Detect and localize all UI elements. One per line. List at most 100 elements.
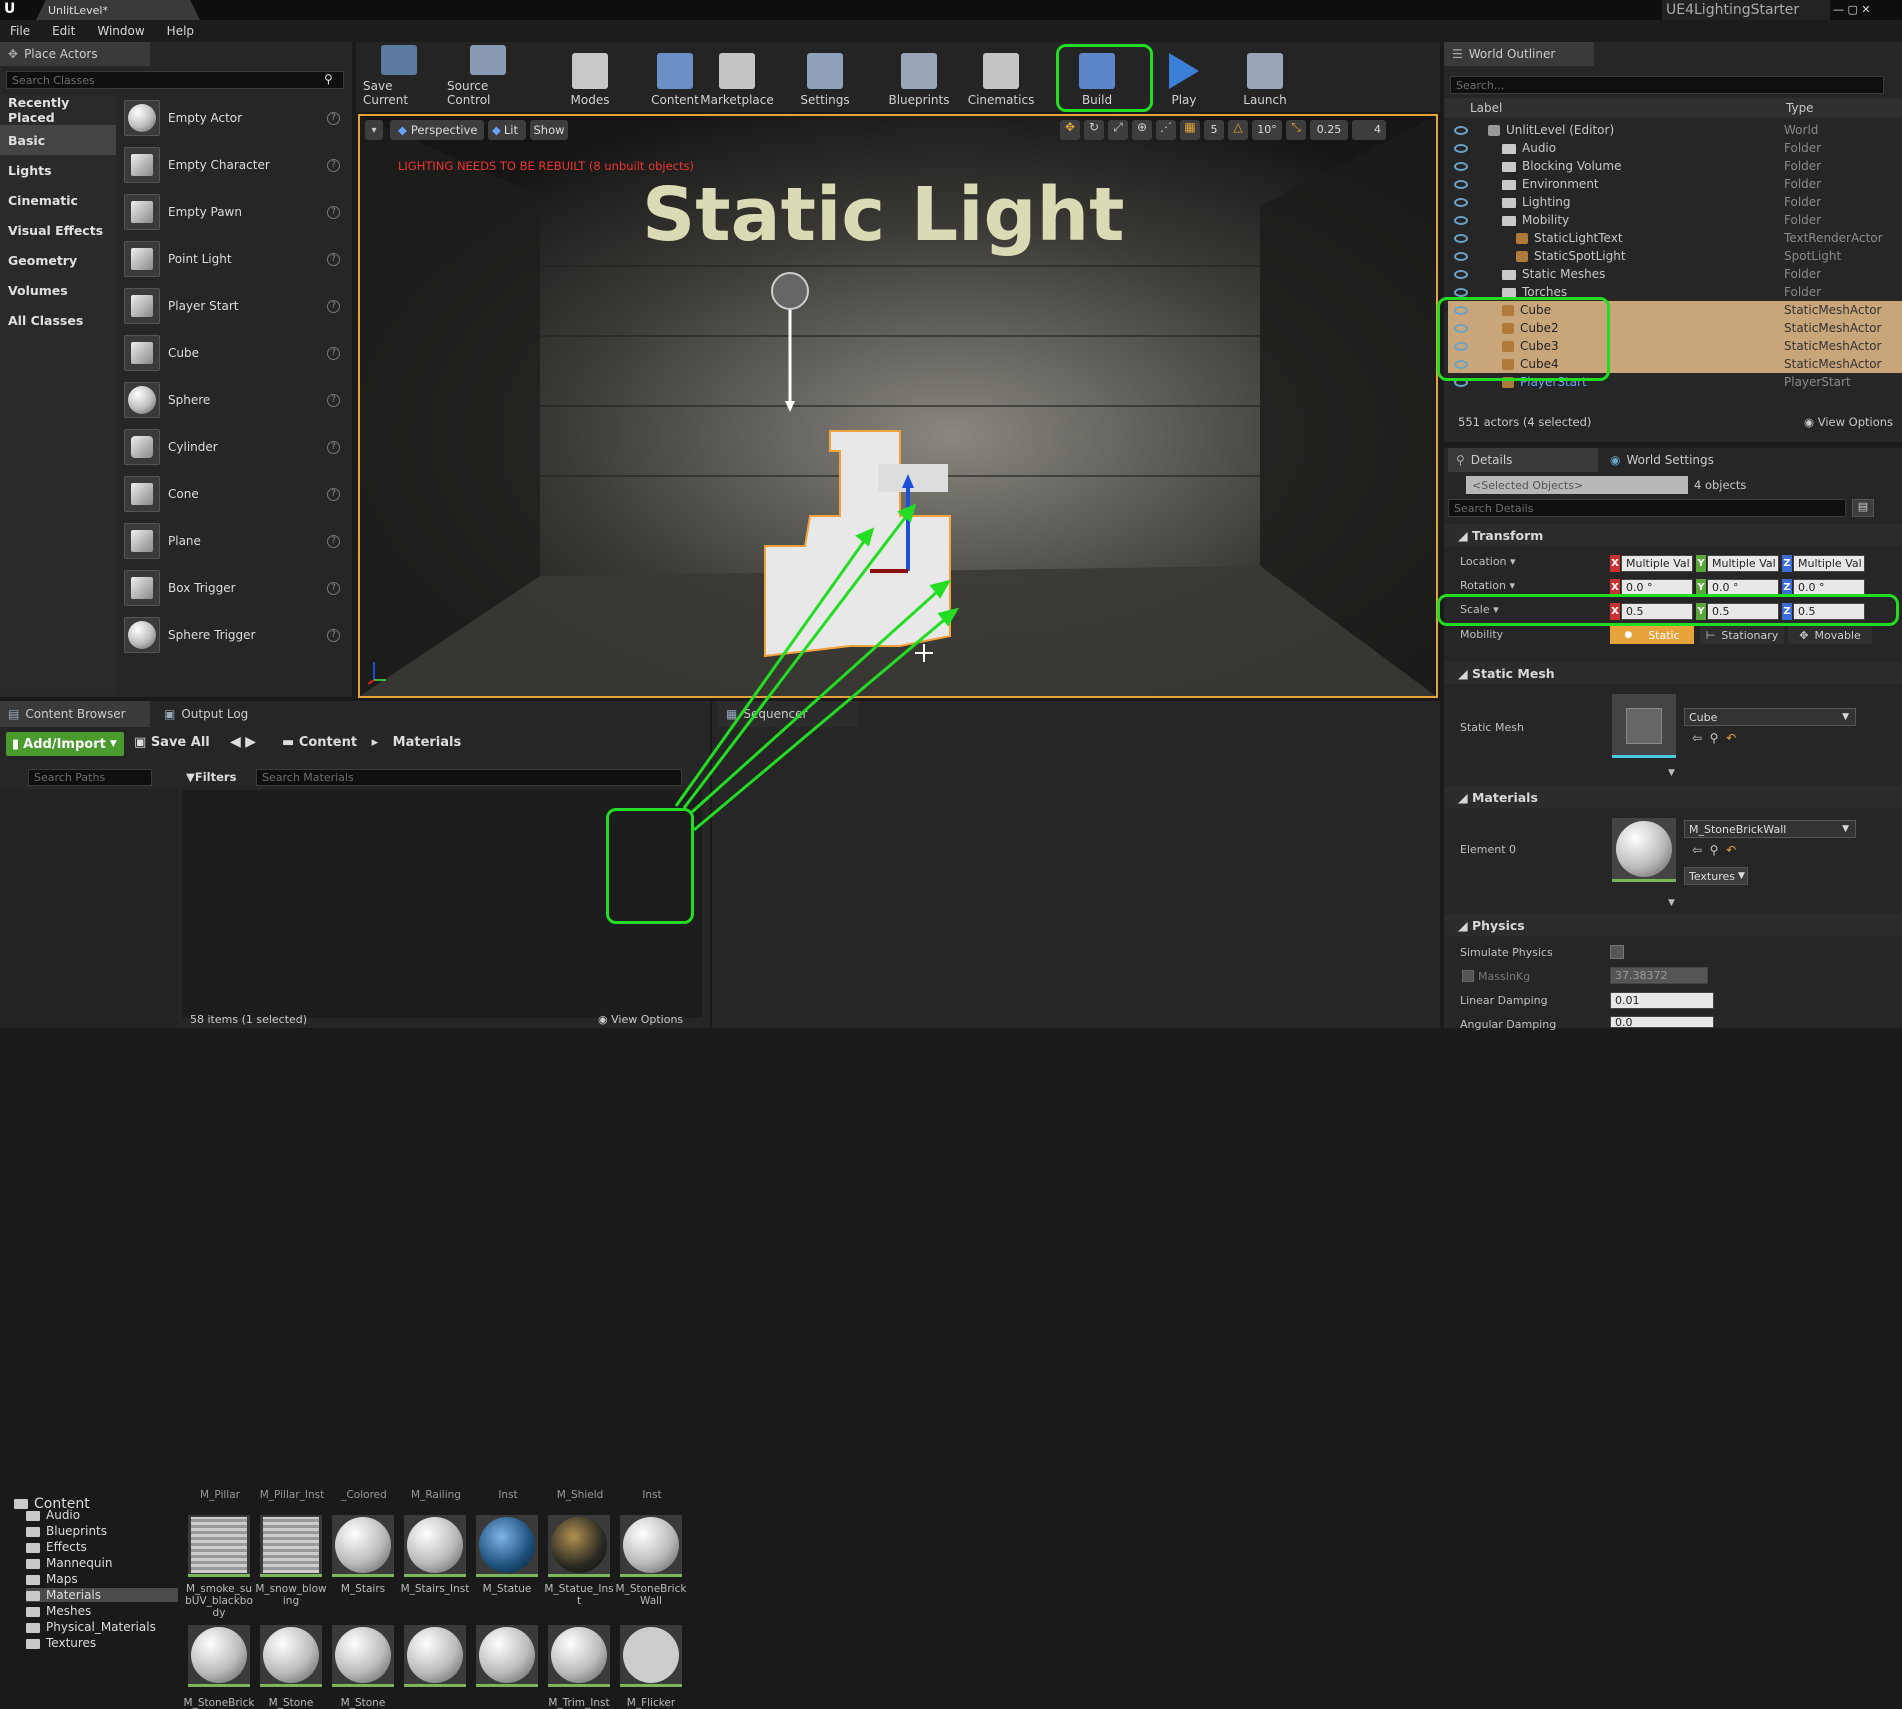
outliner-row[interactable]: Static Meshes Folder [1448, 265, 1902, 283]
actor-item-cone[interactable]: Cone? [124, 472, 346, 516]
window-controls[interactable]: — ▢ ✕ [1833, 3, 1871, 16]
category-recently-placed[interactable]: Recently Placed [0, 95, 116, 125]
folder-tree-item[interactable]: Mannequin [26, 1556, 112, 1570]
search-details-input[interactable]: Search Details [1448, 499, 1846, 517]
mobility-static-button[interactable]: ● Static [1610, 626, 1694, 644]
modes-button[interactable]: Modes [566, 45, 614, 107]
materials-section[interactable]: ◢ Materials [1444, 786, 1902, 808]
category-visual-effects[interactable]: Visual Effects [0, 215, 116, 245]
physics-section[interactable]: ◢ Physics [1444, 914, 1902, 936]
eye-icon[interactable] [1454, 179, 1468, 189]
scale-snap-icon[interactable]: ⤡ [1286, 120, 1306, 140]
help-icon[interactable]: ? [327, 205, 340, 219]
category-basic[interactable]: Basic [0, 125, 116, 155]
perspective-button[interactable]: ◆ Perspective [390, 120, 484, 140]
asset-thumbnail[interactable] [404, 1515, 466, 1577]
asset-thumbnail[interactable] [548, 1625, 610, 1687]
linear-damping-field[interactable]: 0.01 [1610, 992, 1714, 1009]
eye-icon[interactable] [1454, 161, 1468, 171]
eye-icon[interactable] [1454, 269, 1468, 279]
help-icon[interactable]: ? [327, 393, 340, 407]
textures-dropdown[interactable]: Textures ▼ [1684, 867, 1748, 885]
asset-thumbnail[interactable] [260, 1515, 322, 1577]
marketplace-button[interactable]: Marketplace [700, 45, 774, 107]
content-button[interactable]: Content [648, 45, 702, 107]
folder-tree-item[interactable]: Textures [26, 1636, 96, 1650]
grid-snap-value[interactable]: 5 [1204, 120, 1224, 140]
outliner-row[interactable]: UnlitLevel (Editor) World [1448, 121, 1902, 139]
actor-item-cylinder[interactable]: Cylinder? [124, 425, 346, 469]
search-materials-input[interactable]: Search Materials [256, 769, 682, 786]
actor-item-empty-actor[interactable]: Empty Actor? [124, 96, 346, 140]
filters-button[interactable]: ▼ Filters [186, 768, 246, 786]
asset-thumbnail[interactable] [188, 1625, 250, 1687]
expand-arrow-icon[interactable]: ▼ [1668, 898, 1675, 908]
asset-thumbnail[interactable] [188, 1515, 250, 1577]
asset-thumbnail[interactable] [620, 1625, 682, 1687]
folder-tree-item[interactable]: Meshes [26, 1604, 91, 1618]
content-browser-tab[interactable]: ▤ Content Browser [0, 701, 150, 727]
material-asset-actions[interactable]: ⇦ ⚲ ↶ [1692, 843, 1736, 857]
eye-icon[interactable] [1454, 287, 1468, 297]
place-actors-tab[interactable]: ✥ Place Actors [0, 42, 150, 66]
category-lights[interactable]: Lights [0, 155, 116, 185]
launch-button[interactable]: Launch [1238, 45, 1292, 107]
static-mesh-section[interactable]: ◢ Static Mesh [1444, 662, 1902, 684]
rotation-label[interactable]: Rotation ▾ [1460, 579, 1515, 592]
rotate-mode-icon[interactable]: ↻ [1084, 120, 1104, 140]
outliner-row[interactable]: StaticSpotLight SpotLight [1448, 247, 1902, 265]
actor-item-empty-pawn[interactable]: Empty Pawn? [124, 190, 346, 234]
level-tab[interactable]: UnlitLevel* [36, 0, 200, 20]
output-log-tab[interactable]: ▣ Output Log [156, 701, 286, 727]
camera-speed-value[interactable]: 4 [1352, 120, 1386, 140]
label-column-header[interactable]: Label [1470, 101, 1502, 115]
content-view-options[interactable]: ◉ View Options [598, 1013, 683, 1026]
lit-button[interactable]: ◆ Lit [488, 120, 526, 140]
simulate-physics-checkbox[interactable] [1610, 945, 1624, 959]
breadcrumb-content[interactable]: Content [299, 735, 357, 750]
eye-icon[interactable] [1454, 197, 1468, 207]
eye-icon[interactable] [1454, 251, 1468, 261]
history-nav-buttons[interactable]: ◀ ▶ [230, 734, 256, 750]
folder-tree-item[interactable]: Audio [26, 1508, 80, 1522]
eye-icon[interactable] [1454, 125, 1468, 135]
menu-window[interactable]: Window [97, 24, 144, 38]
help-icon[interactable]: ? [327, 487, 340, 501]
help-icon[interactable]: ? [327, 299, 340, 313]
category-geometry[interactable]: Geometry [0, 245, 116, 275]
actor-item-box-trigger[interactable]: Box Trigger? [124, 566, 346, 610]
add-import-button[interactable]: ▮ Add/Import ▼ [6, 732, 124, 756]
sequencer-tab[interactable]: ▦ Sequencer [718, 701, 858, 727]
asset-thumbnail[interactable] [332, 1625, 394, 1687]
property-matrix-icon[interactable]: ▤ [1852, 499, 1874, 517]
eye-icon[interactable] [1454, 143, 1468, 153]
search-classes-input[interactable]: Search Classes [6, 71, 344, 89]
rotation-snap-icon[interactable]: △ [1228, 120, 1248, 140]
outliner-row[interactable]: Lighting Folder [1448, 193, 1902, 211]
world-space-icon[interactable]: ⊕ [1132, 120, 1152, 140]
show-button[interactable]: Show [530, 120, 568, 140]
world-settings-tab[interactable]: ◉ World Settings [1602, 448, 1750, 472]
category-all-classes[interactable]: All Classes [0, 305, 116, 335]
menu-file[interactable]: File [10, 24, 30, 38]
transform-section[interactable]: ◢ Transform [1444, 524, 1902, 546]
material-thumbnail[interactable] [1612, 818, 1676, 882]
surface-snap-icon[interactable]: ⋰ [1156, 120, 1176, 140]
rotation-snap-value[interactable]: 10° [1252, 120, 1282, 140]
viewport[interactable]: Static Light ▾ ◆ Perspective ◆ Lit Show … [358, 114, 1438, 698]
help-icon[interactable]: ? [327, 628, 340, 642]
scale-mode-icon[interactable]: ⤢ [1108, 120, 1128, 140]
viewport-options-button[interactable]: ▾ [365, 120, 383, 140]
loc-x-field[interactable]: Multiple Val [1621, 555, 1693, 572]
outliner-view-options[interactable]: ◉ View Options [1804, 415, 1893, 429]
outliner-search-input[interactable]: Search... [1450, 76, 1884, 94]
save-current-button[interactable]: Save Current [363, 45, 435, 107]
cinematics-button[interactable]: Cinematics [968, 45, 1034, 107]
outliner-row[interactable]: Audio Folder [1448, 139, 1902, 157]
menu-help[interactable]: Help [167, 24, 194, 38]
help-icon[interactable]: ? [327, 252, 340, 266]
static-mesh-dropdown[interactable]: Cube ▼ [1684, 708, 1856, 726]
translate-mode-icon[interactable]: ✥ [1060, 120, 1080, 140]
folder-tree-item[interactable]: Blueprints [26, 1524, 107, 1538]
location-label[interactable]: Location ▾ [1460, 555, 1516, 568]
